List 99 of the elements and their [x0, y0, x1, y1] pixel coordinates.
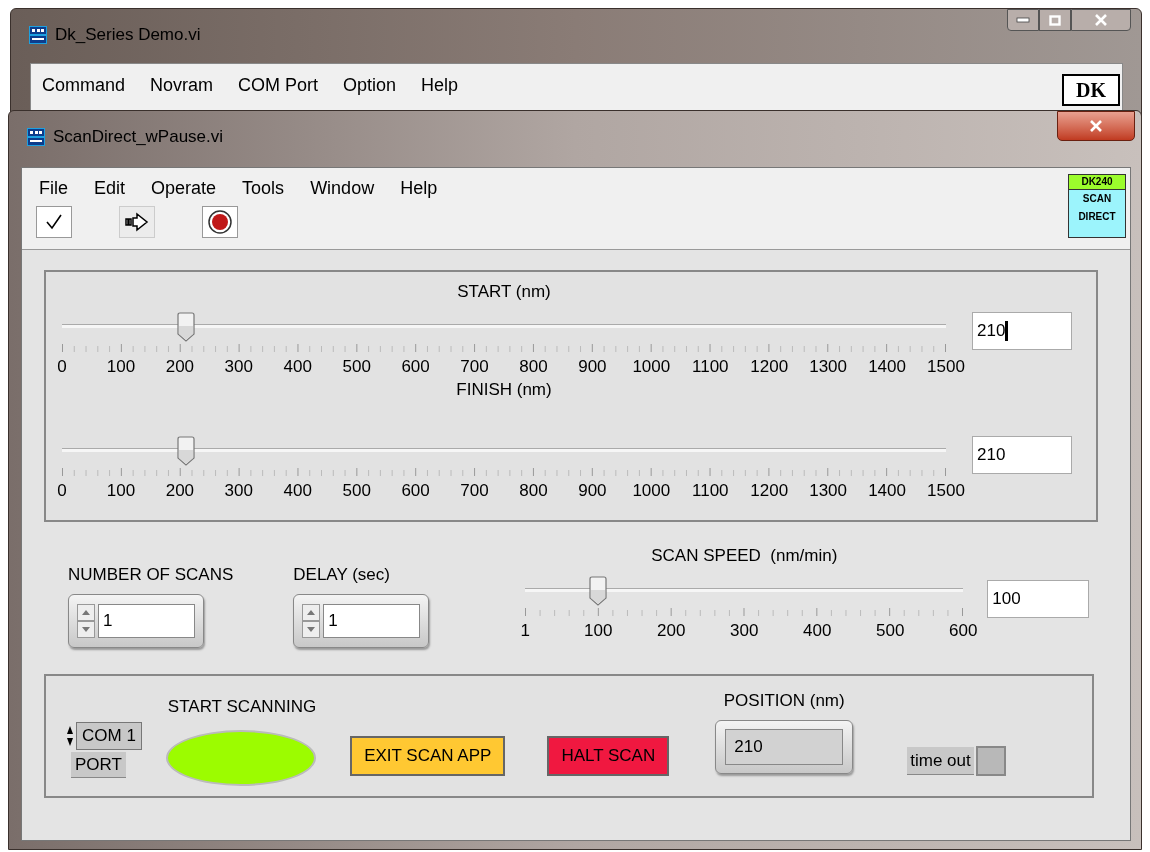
tick-label: 0	[57, 356, 67, 378]
tick-label: 800	[519, 356, 548, 378]
position-value: 210	[725, 728, 844, 765]
app-icon	[27, 128, 45, 146]
menu-item[interactable]: Command	[42, 72, 126, 99]
tick-label: 900	[578, 480, 607, 502]
port-label: PORT	[70, 752, 126, 778]
menu-item[interactable]: Novram	[150, 72, 214, 99]
slider-label: START (nm)	[457, 282, 551, 303]
slider-thumb[interactable]	[588, 576, 609, 606]
tick-label: 0	[57, 480, 67, 502]
menu-item[interactable]: Help	[400, 174, 438, 202]
tick-label: 1400	[868, 356, 906, 378]
port-selector[interactable]: COM 1	[76, 722, 142, 750]
control-label: POSITION (nm)	[723, 690, 845, 712]
stop-button[interactable]	[202, 206, 238, 238]
menu-item[interactable]: Help	[421, 72, 459, 99]
slider-thumb[interactable]	[175, 312, 196, 342]
menu-item[interactable]: Tools	[242, 174, 285, 202]
window-title: ScanDirect_wPause.vi	[53, 126, 224, 149]
tick-label: 600	[401, 480, 430, 502]
check-button[interactable]	[36, 206, 72, 238]
slider-label: FINISH (nm)	[456, 380, 552, 401]
menu-item[interactable]: Window	[310, 174, 375, 202]
tick-label: 200	[165, 480, 195, 502]
tick-label: 600	[401, 356, 430, 378]
control-label: START SCANNING	[167, 696, 317, 718]
menu-item[interactable]: Operate	[151, 174, 217, 202]
tick-label: 400	[283, 480, 312, 502]
maximize-icon	[1049, 14, 1061, 26]
spinner-icon	[302, 603, 321, 638]
logo-text: DIRECT	[1078, 210, 1116, 224]
slider-label: SCAN SPEED (nm/min)	[651, 546, 838, 567]
tick-label: 100	[106, 356, 136, 378]
tick-label: 500	[876, 620, 905, 642]
tick-label: 500	[342, 356, 371, 378]
tick-label: 1500	[927, 356, 965, 378]
logo-text: SCAN	[1082, 192, 1112, 206]
number-field[interactable]: 210	[972, 312, 1072, 350]
tick-label: 400	[283, 356, 312, 378]
tick-label: 100	[584, 620, 613, 642]
text-cursor	[1005, 321, 1009, 341]
tick-label: 1100	[692, 356, 729, 378]
halt-button[interactable]: HALT SCAN	[547, 736, 670, 776]
tick-label: 400	[803, 620, 832, 642]
tick-label: 700	[460, 356, 489, 378]
logo-text: DK240	[1069, 175, 1125, 190]
minimize-icon	[1016, 17, 1030, 23]
menu-item[interactable]: COM Port	[238, 72, 319, 99]
control-label: NUMBER OF SCANS	[68, 564, 234, 586]
tick-label: 500	[342, 480, 371, 502]
app-icon	[29, 26, 47, 44]
close-button[interactable]	[1057, 111, 1135, 141]
slider-track[interactable]	[62, 312, 946, 342]
tick-label: 1200	[750, 480, 789, 502]
arrow-icon	[125, 212, 149, 232]
tick-label: 1300	[809, 356, 848, 378]
tick-label: 300	[224, 356, 253, 378]
minimize-button[interactable]	[1007, 9, 1039, 31]
spinner-icon	[77, 603, 95, 638]
tick-label: 1	[520, 620, 531, 642]
slider-thumb[interactable]	[175, 436, 196, 466]
slider-track[interactable]	[62, 436, 946, 466]
tick-label: 1000	[632, 356, 671, 378]
tick-label: 200	[165, 356, 195, 378]
tick-label: 300	[730, 620, 759, 642]
number-field[interactable]: 1	[98, 603, 195, 638]
number-field[interactable]: 210	[972, 436, 1072, 474]
menu-item[interactable]: File	[39, 174, 68, 202]
close-button[interactable]	[1071, 9, 1131, 31]
exit-button[interactable]: EXIT SCAN APP	[350, 736, 506, 776]
number-field[interactable]: 100	[987, 580, 1090, 618]
tick-label: 1000	[632, 480, 671, 502]
maximize-button[interactable]	[1039, 9, 1071, 31]
close-icon	[1094, 14, 1108, 26]
tick-label: 1200	[750, 356, 789, 378]
tick-label: 100	[106, 480, 136, 502]
menu-item[interactable]: Edit	[94, 174, 126, 202]
tick-label: 800	[519, 480, 548, 502]
number-field[interactable]: 1	[323, 603, 421, 638]
tick-label: 600	[949, 620, 978, 642]
menu-item[interactable]: Option	[343, 72, 397, 99]
dk-logo: DK	[1062, 74, 1120, 106]
tick-label: 1500	[927, 480, 965, 502]
tick-label: 200	[657, 620, 686, 642]
tick-label: 900	[578, 356, 607, 378]
check-icon	[45, 213, 63, 231]
timeout-label: time out	[907, 747, 974, 775]
slider-track[interactable]	[525, 576, 964, 606]
tick-label: 300	[224, 480, 253, 502]
run-button[interactable]	[119, 206, 155, 238]
control-label: DELAY (sec)	[293, 564, 391, 586]
tick-label: 700	[460, 480, 489, 502]
stop-icon	[208, 210, 232, 234]
window-title: Dk_Series Demo.vi	[55, 24, 201, 47]
tick-label: 1400	[868, 480, 906, 502]
close-icon	[1089, 120, 1103, 132]
tick-label: 1100	[692, 480, 729, 502]
tick-label: 1300	[809, 480, 848, 502]
